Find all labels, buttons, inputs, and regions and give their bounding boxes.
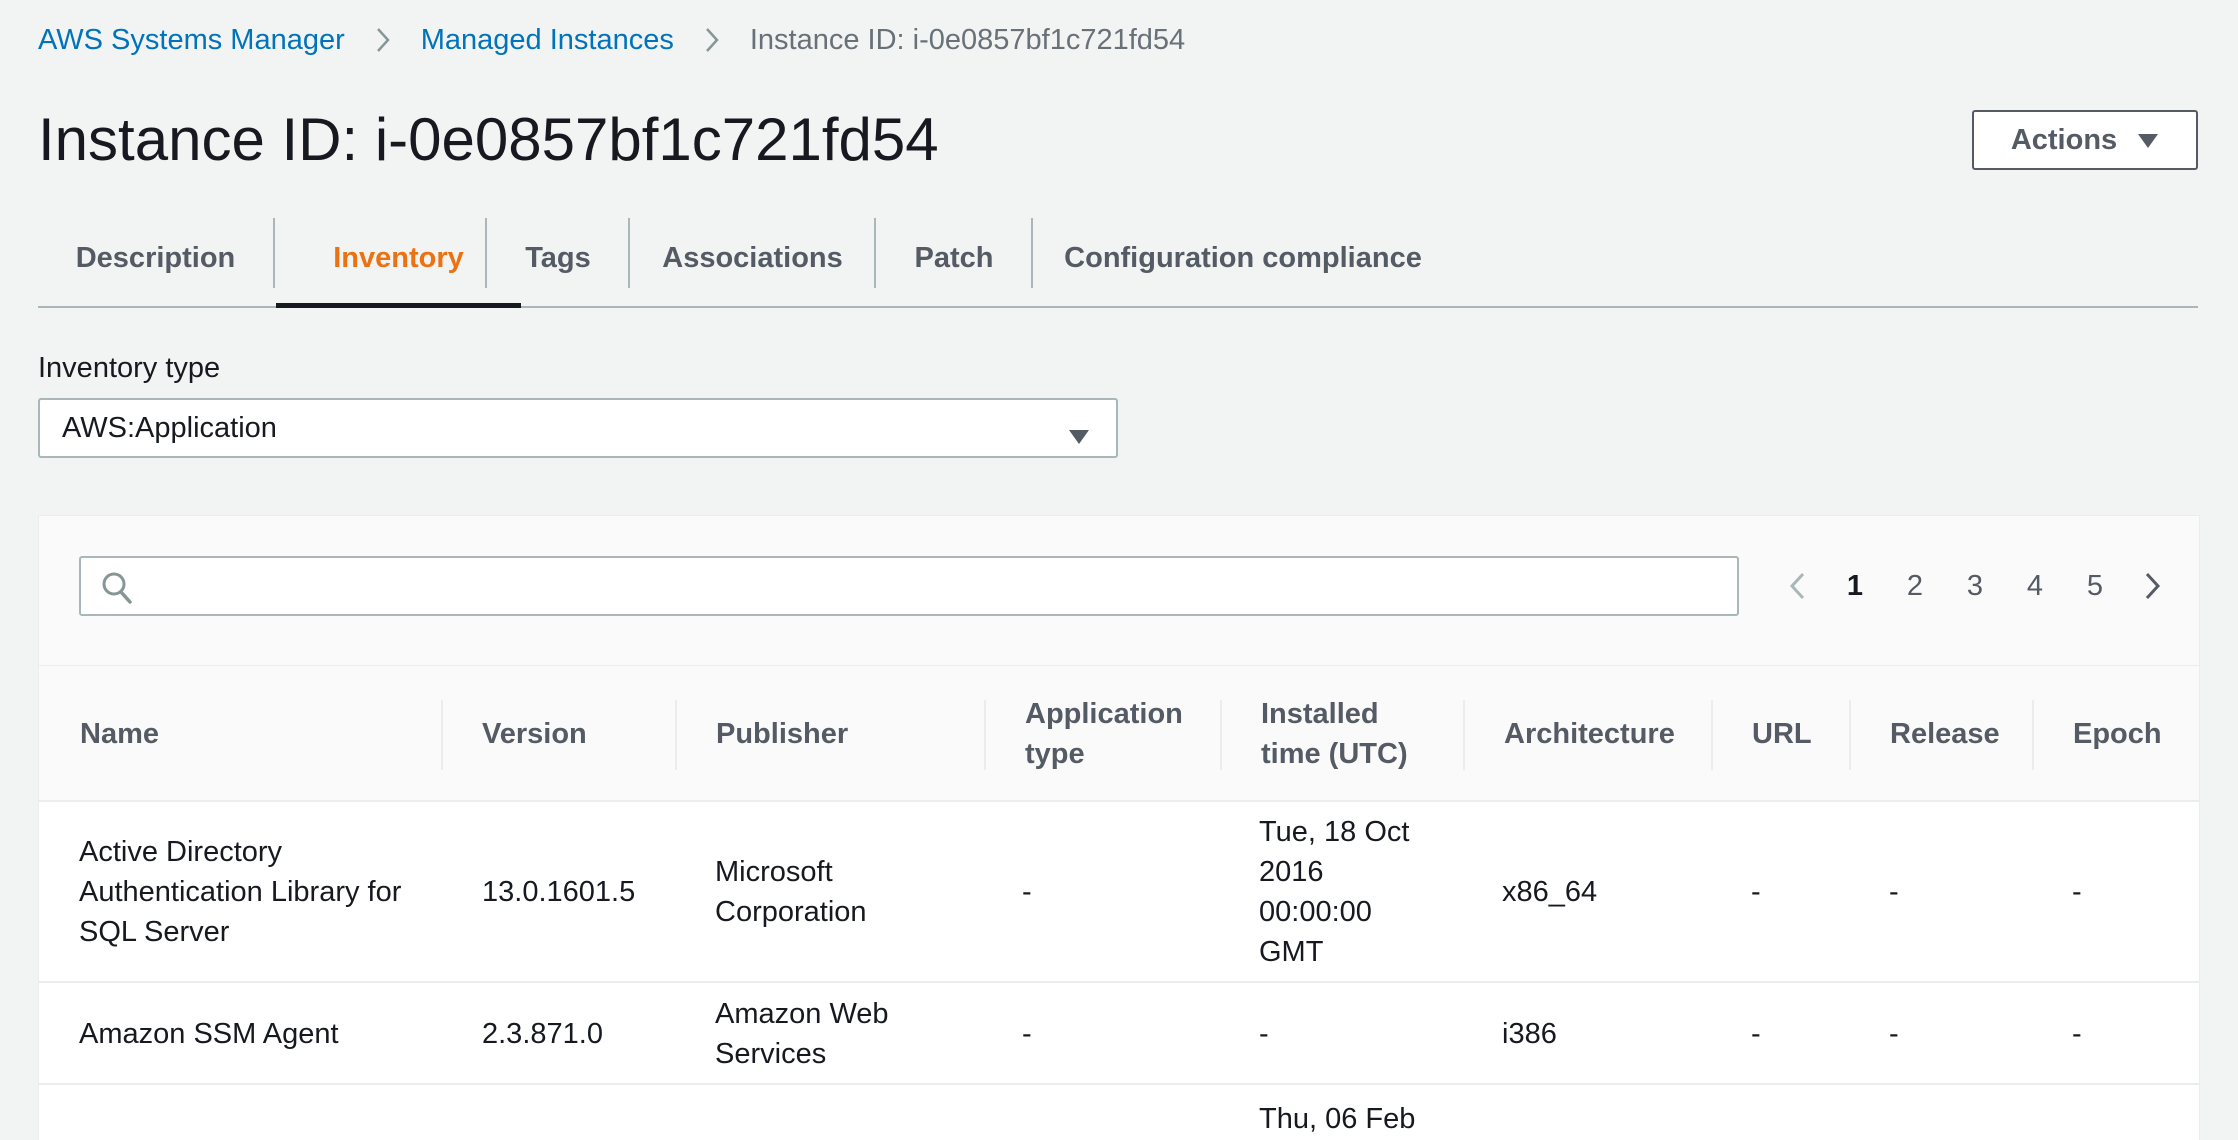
search-icon <box>101 571 133 610</box>
search-box[interactable] <box>79 556 1739 616</box>
cell-installed-time: Thu, 06 Feb <box>1259 1103 1416 1135</box>
actions-button-label: Actions <box>2010 123 2118 156</box>
tab-configuration-compliance[interactable]: Configuration compliance <box>1033 210 1453 306</box>
cell-application-type: - <box>1022 876 1032 908</box>
chevron-right-icon <box>375 26 391 54</box>
table-row: Active Directory Authentication Library … <box>39 803 2199 983</box>
tab-bar: Description Inventory Tags Associations … <box>38 210 2198 308</box>
cell-release: - <box>1889 1018 1899 1050</box>
cell-publisher: Microsoft Corporation <box>715 856 867 928</box>
column-header-installed-time[interactable]: Installed time (UTC) <box>1261 666 1441 802</box>
table-header: Name Version Publisher Application type … <box>39 666 2199 802</box>
page-3[interactable]: 3 <box>1945 570 2005 603</box>
inventory-type-select[interactable]: AWS:Application <box>38 398 1118 458</box>
tab-patch[interactable]: Patch <box>876 210 1032 306</box>
column-divider <box>1711 700 1713 770</box>
column-divider <box>2032 700 2034 770</box>
search-input[interactable] <box>145 566 1715 606</box>
column-header-url[interactable]: URL <box>1752 666 1852 802</box>
tab-description[interactable]: Description <box>38 210 273 306</box>
breadcrumb-current: Instance ID: i-0e0857bf1c721fd54 <box>749 24 1186 56</box>
column-header-application-type[interactable]: Application type <box>1025 666 1205 802</box>
cell-epoch: - <box>2072 876 2082 908</box>
chevron-right-icon[interactable] <box>2125 571 2181 601</box>
column-header-version[interactable]: Version <box>482 666 662 802</box>
cell-version: 2.3.871.0 <box>482 1018 603 1050</box>
page-4[interactable]: 4 <box>2005 570 2065 603</box>
column-divider <box>675 700 677 770</box>
caret-down-icon <box>1068 420 1090 453</box>
cell-name: Active Directory Authentication Library … <box>79 836 402 948</box>
cell-name: Amazon SSM Agent <box>79 1018 339 1050</box>
column-divider <box>441 700 443 770</box>
column-divider <box>1463 700 1465 770</box>
pagination: 1 2 3 4 5 <box>1769 556 2181 616</box>
breadcrumb: AWS Systems Manager Managed Instances In… <box>38 22 1185 58</box>
cell-url: - <box>1751 876 1761 908</box>
column-header-epoch[interactable]: Epoch <box>2073 666 2193 802</box>
page-title: Instance ID: i-0e0857bf1c721fd54 <box>38 106 939 173</box>
table-toolbar: 1 2 3 4 5 <box>39 516 2199 666</box>
table-row: Thu, 06 Feb <box>39 1087 2199 1140</box>
cell-version: 13.0.1601.5 <box>482 876 636 908</box>
inventory-table-panel: 1 2 3 4 5 Name Version Publisher Applica… <box>38 515 2200 1140</box>
breadcrumb-link-systems-manager[interactable]: AWS Systems Manager <box>38 22 345 58</box>
chevron-left-icon[interactable] <box>1769 571 1825 601</box>
page-1[interactable]: 1 <box>1825 570 1885 603</box>
cell-installed-time: Tue, 18 Oct 2016 00:00:00 GMT <box>1259 816 1410 968</box>
cell-url: - <box>1751 1018 1761 1050</box>
column-header-release[interactable]: Release <box>1890 666 2020 802</box>
column-header-name[interactable]: Name <box>80 666 440 802</box>
cell-publisher: Amazon Web Services <box>715 998 889 1070</box>
inventory-type-value: AWS:Application <box>62 411 277 444</box>
chevron-right-icon <box>704 26 720 54</box>
cell-application-type: - <box>1022 1018 1032 1050</box>
column-divider <box>1849 700 1851 770</box>
cell-architecture: x86_64 <box>1502 876 1598 908</box>
table-row: Amazon SSM Agent 2.3.871.0 Amazon Web Se… <box>39 985 2199 1085</box>
tab-associations[interactable]: Associations <box>630 210 875 306</box>
tab-tags[interactable]: Tags <box>487 210 629 306</box>
tab-divider <box>273 218 275 288</box>
breadcrumb-link-managed-instances[interactable]: Managed Instances <box>421 22 674 58</box>
inventory-type-label: Inventory type <box>38 352 221 384</box>
actions-button[interactable]: Actions <box>1972 110 2198 170</box>
caret-down-icon <box>2137 124 2159 157</box>
cell-architecture: i386 <box>1502 1018 1557 1050</box>
page-5[interactable]: 5 <box>2065 570 2125 603</box>
column-header-publisher[interactable]: Publisher <box>716 666 916 802</box>
column-header-architecture[interactable]: Architecture <box>1504 666 1724 802</box>
page-2[interactable]: 2 <box>1885 570 1945 603</box>
column-divider <box>984 700 986 770</box>
column-divider <box>1220 700 1222 770</box>
cell-epoch: - <box>2072 1018 2082 1050</box>
cell-installed-time: - <box>1259 1018 1269 1050</box>
cell-release: - <box>1889 876 1899 908</box>
